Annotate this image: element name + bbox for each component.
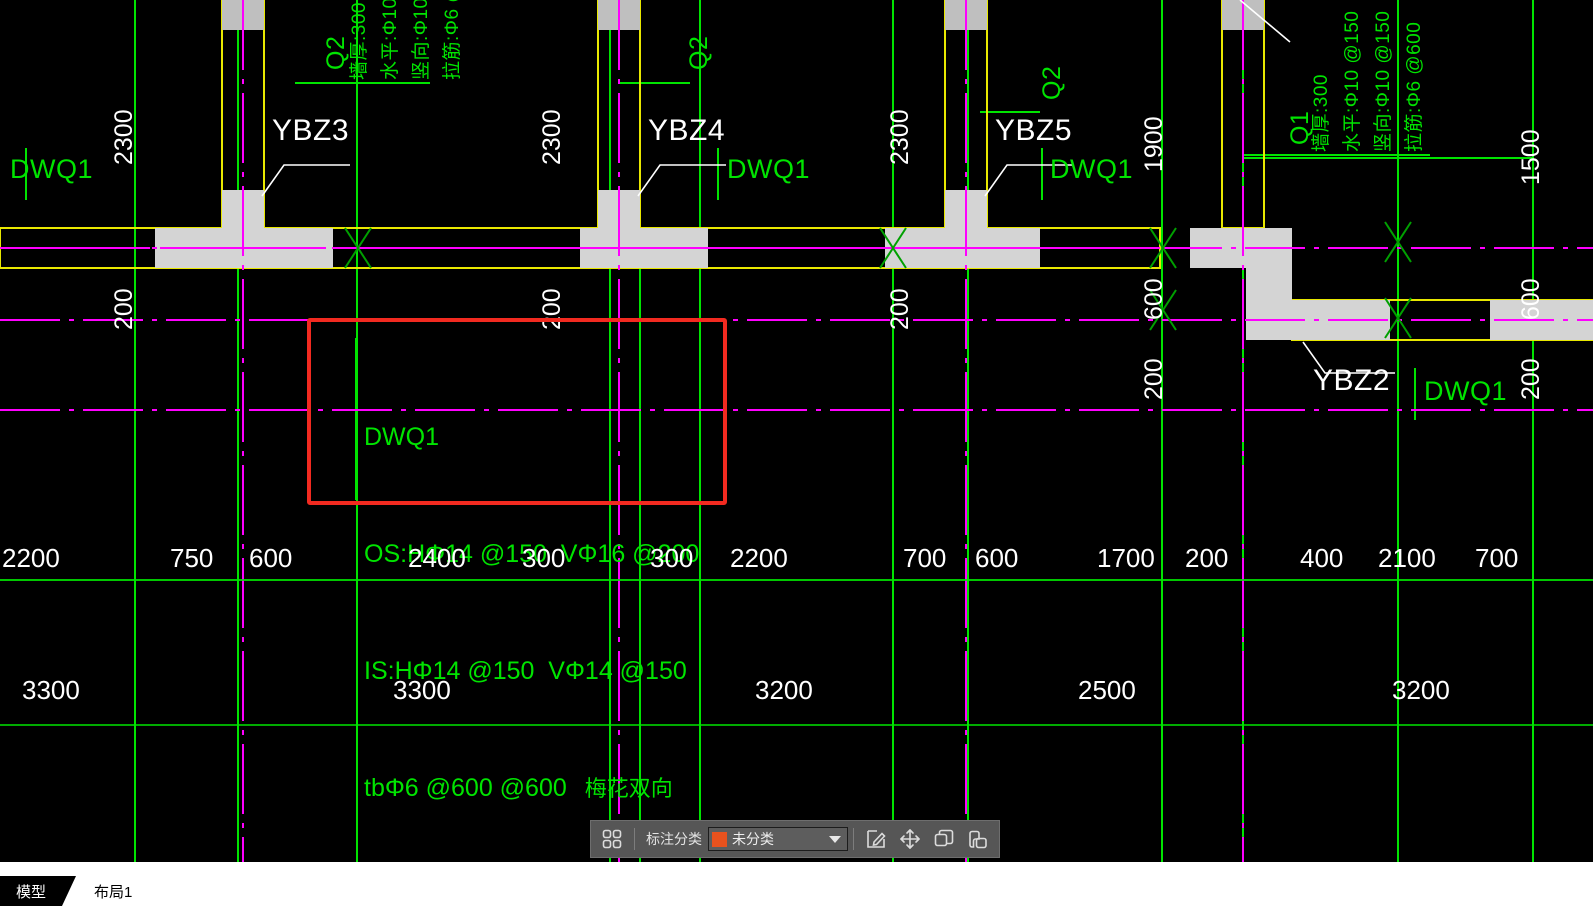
wall-spec-horizontal: 水平:Φ10 @150: [380, 0, 401, 80]
column-label-ybz3: YBZ3: [272, 114, 350, 147]
dimension-value: 300: [522, 543, 566, 573]
dimension-value: 2200: [730, 543, 788, 573]
toolbar-divider: [634, 828, 635, 850]
selected-annotation-block[interactable]: DWQ1 OS:HΦ14 @150 VΦ16 @200 IS:HΦ14 @150…: [364, 340, 699, 862]
tab-layout1-label: 布局1: [94, 883, 133, 901]
shearwall-tag-q1: Q1: [1286, 110, 1314, 145]
wall-label-dwq1: DWQ1: [727, 154, 810, 184]
dimension-value: 600: [249, 543, 293, 573]
paste-icon[interactable]: [961, 822, 995, 856]
vertical-dimension: 200: [538, 288, 566, 330]
vertical-dimension: 600: [1140, 278, 1168, 320]
tab-model-label: 模型: [16, 883, 47, 901]
dimension-value: 300: [650, 543, 694, 573]
tab-model[interactable]: 模型: [0, 876, 77, 906]
vertical-dimension: 2300: [538, 109, 566, 165]
dimension-value: 3200: [1392, 675, 1450, 705]
column-label-ybz2: YBZ2: [1313, 364, 1391, 397]
vertical-dimension: 200: [110, 288, 138, 330]
tab-layout1[interactable]: 布局1: [64, 876, 163, 906]
edit-annotation-icon[interactable]: [859, 822, 893, 856]
vertical-dimension: 200: [1517, 358, 1545, 400]
dimension-value: 2500: [1078, 675, 1136, 705]
category-label: 标注分类: [646, 831, 702, 847]
dimension-value: 750: [170, 543, 214, 573]
category-color-swatch: [712, 831, 727, 847]
wall-spec-vertical: 竖向:Φ10 @150: [411, 0, 432, 80]
annotation-name: DWQ1: [364, 423, 439, 451]
shearwall-tag-q2: Q2: [322, 35, 350, 70]
dimension-value: 600: [975, 543, 1019, 573]
shearwall-tag-q2: Q2: [1038, 65, 1066, 100]
category-dropdown[interactable]: 未分类: [708, 827, 848, 851]
grid-apps-icon[interactable]: [595, 822, 629, 856]
vertical-dimension: 200: [1140, 358, 1168, 400]
vertical-dimension: 200: [886, 288, 914, 330]
wall-spec-tie: 拉筋:Φ6 @600: [442, 0, 463, 80]
wall-spec-horizontal: 水平:Φ10 @150: [1342, 10, 1363, 152]
layout-tab-strip: 模型 布局1: [0, 862, 1593, 906]
cad-application-window: 2300 2300 2300 1900 1500 200 200 200 600…: [0, 0, 1593, 906]
annotation-tie-bar: tbΦ6 @600 @600: [364, 774, 567, 802]
toolbar-divider: [853, 828, 854, 850]
chevron-down-icon[interactable]: [829, 835, 841, 843]
vertical-dimension: 2300: [110, 109, 138, 165]
shearwall-tag-q2: Q2: [685, 35, 713, 70]
cad-drawing-canvas[interactable]: 2300 2300 2300 1900 1500 200 200 200 600…: [0, 0, 1593, 862]
dimension-value: 3300: [22, 675, 80, 705]
wall-label-dwq1: DWQ1: [10, 154, 93, 184]
wall-label-dwq1: DWQ1: [1424, 376, 1507, 406]
wall-spec-thickness: 墙厚:300: [1311, 74, 1332, 152]
wall-spec-tie: 拉筋:Φ6 @600: [1404, 21, 1425, 152]
tab-slant: [148, 876, 163, 906]
wall-spec-vertical: 竖向:Φ10 @150: [1373, 10, 1394, 152]
category-dropdown-value: 未分类: [732, 831, 774, 847]
dimension-value: 400: [1300, 543, 1344, 573]
dimension-value: 700: [1475, 543, 1519, 573]
vertical-dimension: 600: [1517, 278, 1545, 320]
copy-icon[interactable]: [927, 822, 961, 856]
dimension-value: 2400: [408, 543, 466, 573]
dimension-value: 3300: [393, 675, 451, 705]
dimension-value: 2100: [1378, 543, 1436, 573]
annotation-tie-note: 梅花双向: [584, 776, 673, 801]
column-label-ybz4: YBZ4: [648, 114, 726, 147]
vertical-dimension: 2300: [886, 109, 914, 165]
column-label-ybz5: YBZ5: [995, 114, 1073, 147]
tab-slant-left: [64, 876, 79, 906]
wall-spec-thickness: 墙厚:300: [349, 2, 370, 80]
vertical-dimension: 1500: [1517, 129, 1545, 185]
dimension-value: 2200: [2, 543, 60, 573]
move-icon[interactable]: [893, 822, 927, 856]
wall-label-dwq1: DWQ1: [1050, 154, 1133, 184]
dimension-value: 1700: [1097, 543, 1155, 573]
dimension-value: 700: [903, 543, 947, 573]
vertical-dimension: 1900: [1140, 116, 1168, 172]
annotation-toolbar[interactable]: 标注分类 未分类: [590, 820, 1000, 858]
dimension-value: 3200: [755, 675, 813, 705]
dimension-value: 200: [1185, 543, 1229, 573]
